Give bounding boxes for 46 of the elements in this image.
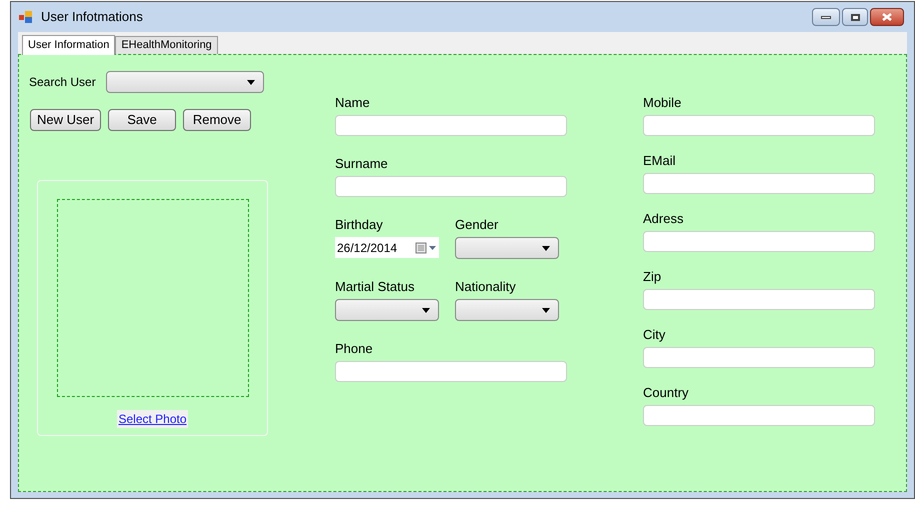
field-label: EMail — [643, 153, 677, 169]
app-icon — [19, 11, 33, 23]
text-field[interactable] — [335, 115, 567, 136]
calendar-icon — [415, 242, 437, 254]
field-label: Martial Status — [335, 279, 416, 295]
field-label: Country — [643, 385, 690, 401]
dropdown[interactable] — [335, 299, 439, 321]
close-button[interactable] — [870, 8, 904, 26]
caret-icon — [422, 308, 430, 312]
field-label: Nationality — [455, 279, 517, 295]
field-label: Gender — [455, 217, 500, 233]
text-field[interactable] — [643, 289, 875, 310]
action-button[interactable]: Remove — [183, 109, 252, 131]
minimize-button[interactable] — [812, 8, 840, 26]
date-value: 26/12/2014 — [337, 240, 398, 256]
search-user-label: Search User — [29, 74, 96, 91]
field-label: Phone — [335, 341, 374, 357]
dropdown[interactable] — [455, 237, 559, 259]
field-label: Adress — [643, 211, 684, 227]
text-field[interactable] — [643, 115, 875, 136]
action-button[interactable]: New User — [30, 109, 102, 131]
caret-icon — [246, 80, 255, 84]
text-field[interactable] — [643, 347, 875, 368]
field-label: Mobile — [643, 95, 682, 111]
text-field[interactable] — [335, 176, 567, 197]
caret-icon — [542, 308, 550, 312]
caret-icon — [542, 246, 550, 250]
select-photo-link[interactable]: Select Photo — [117, 410, 188, 428]
text-field[interactable] — [643, 231, 875, 252]
text-field[interactable] — [643, 405, 875, 426]
field-label: Birthday — [335, 217, 384, 233]
dropdown[interactable] — [455, 299, 559, 321]
tab[interactable]: EHealthMonitoring — [115, 36, 218, 54]
field-label: Name — [335, 95, 371, 111]
window-title: User Infotmations — [41, 8, 143, 26]
text-field[interactable] — [643, 173, 875, 194]
field-label: City — [643, 327, 666, 343]
text-field[interactable] — [335, 361, 567, 382]
tab[interactable]: User Information — [22, 35, 116, 55]
field-label: Surname — [335, 156, 389, 172]
field-label: Zip — [643, 269, 662, 285]
maximize-button[interactable] — [842, 8, 868, 26]
action-button[interactable]: Save — [108, 109, 176, 131]
close-icon — [882, 13, 892, 21]
search-user-dropdown[interactable] — [106, 71, 264, 93]
date-picker[interactable]: 26/12/2014 — [335, 237, 439, 258]
